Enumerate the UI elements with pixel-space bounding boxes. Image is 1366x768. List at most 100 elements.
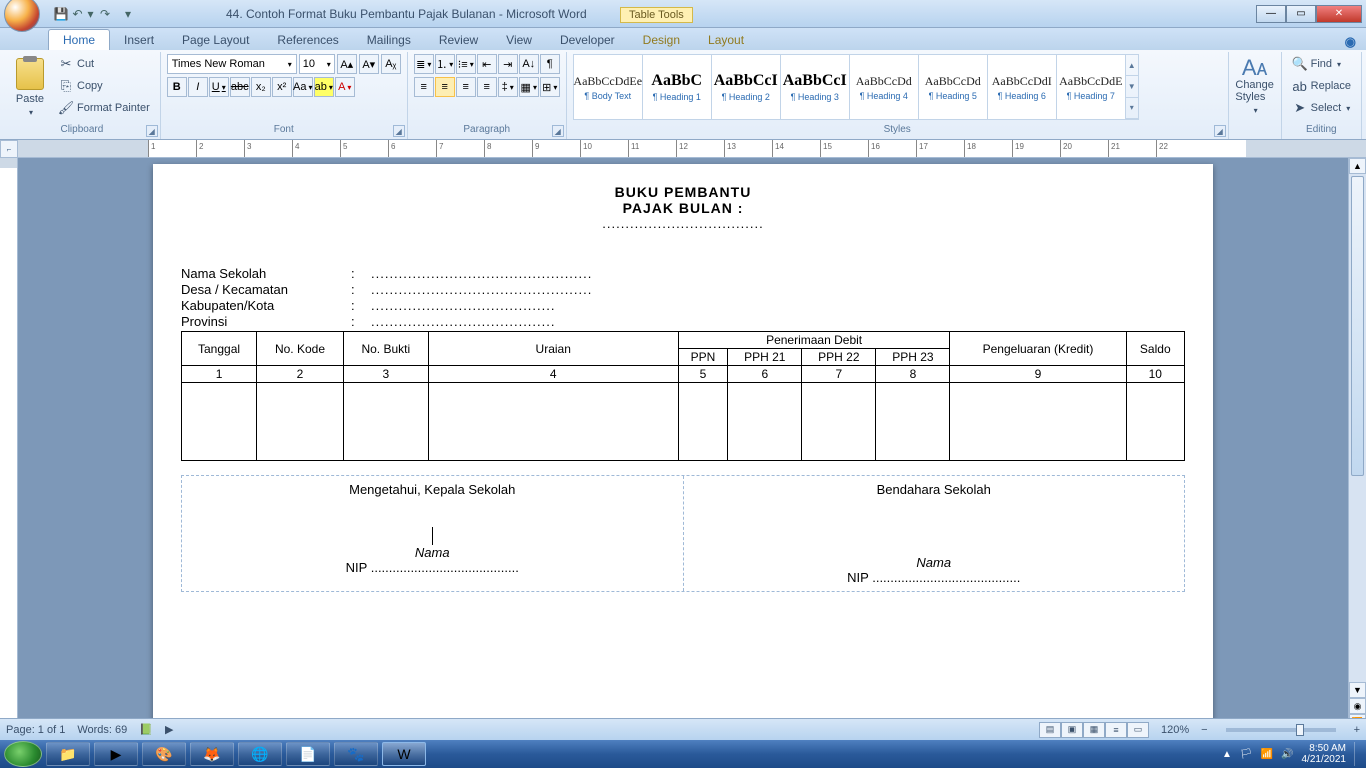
- justify-button[interactable]: ≡: [477, 77, 497, 97]
- zoom-knob[interactable]: [1296, 724, 1304, 736]
- task-chrome[interactable]: 🌐: [238, 742, 282, 766]
- style-item[interactable]: AaBbCcDd¶ Heading 4: [849, 54, 919, 120]
- task-media[interactable]: ▶: [94, 742, 138, 766]
- macro-icon[interactable]: ▶: [165, 723, 173, 736]
- style-item[interactable]: AaBbCcDd¶ Heading 5: [918, 54, 988, 120]
- tab-insert[interactable]: Insert: [110, 30, 168, 50]
- scroll-thumb[interactable]: [1351, 176, 1364, 476]
- sort-button[interactable]: A↓: [519, 54, 539, 74]
- spellcheck-icon[interactable]: 📗: [139, 723, 153, 736]
- style-item[interactable]: AaBbCcI¶ Heading 3: [780, 54, 850, 120]
- change-case-button[interactable]: Aa▾: [293, 77, 313, 97]
- style-item[interactable]: AaBbCcDdI¶ Heading 6: [987, 54, 1057, 120]
- grow-font-button[interactable]: A▴: [337, 54, 357, 74]
- cut-button[interactable]: ✂Cut: [54, 54, 154, 74]
- tray-arrow-icon[interactable]: ▲: [1222, 749, 1232, 760]
- outline-view[interactable]: ≡: [1105, 722, 1127, 738]
- font-name-combo[interactable]: Times New Roman▾: [167, 54, 297, 74]
- font-color-button[interactable]: A▾: [335, 77, 355, 97]
- full-screen-view[interactable]: ▣: [1061, 722, 1083, 738]
- align-right-button[interactable]: ≡: [456, 77, 476, 97]
- highlight-button[interactable]: ab▾: [314, 77, 334, 97]
- borders-button[interactable]: ⊞▾: [540, 77, 560, 97]
- shrink-font-button[interactable]: A▾: [359, 54, 379, 74]
- status-words[interactable]: Words: 69: [77, 724, 127, 736]
- font-launcher[interactable]: ◢: [393, 125, 405, 137]
- document-area[interactable]: BUKU PEMBANTU PAJAK BULAN : ............…: [18, 158, 1348, 746]
- status-page[interactable]: Page: 1 of 1: [6, 724, 65, 736]
- line-spacing-button[interactable]: ‡▾: [498, 77, 518, 97]
- tab-view[interactable]: View: [492, 30, 546, 50]
- style-item[interactable]: AaBbCcI¶ Heading 2: [711, 54, 781, 120]
- style-scroll[interactable]: ▲▼▾: [1125, 54, 1139, 120]
- page[interactable]: BUKU PEMBANTU PAJAK BULAN : ............…: [153, 164, 1213, 724]
- shading-button[interactable]: ▦▾: [519, 77, 539, 97]
- copy-button[interactable]: ⎘Copy: [54, 76, 154, 96]
- doc-table[interactable]: Tanggal No. Kode No. Bukti Uraian Peneri…: [181, 331, 1185, 461]
- undo-icon[interactable]: ↶▾: [74, 5, 92, 23]
- tab-mailings[interactable]: Mailings: [353, 30, 425, 50]
- underline-button[interactable]: U▾: [209, 77, 229, 97]
- zoom-out-button[interactable]: −: [1201, 724, 1207, 736]
- task-firefox[interactable]: 🦊: [190, 742, 234, 766]
- select-button[interactable]: ➤Select▾: [1288, 98, 1355, 118]
- numbering-button[interactable]: ⒈▾: [435, 54, 455, 74]
- tab-page-layout[interactable]: Page Layout: [168, 30, 263, 50]
- clear-formatting-button[interactable]: Aᵪ: [381, 54, 401, 74]
- subscript-button[interactable]: x₂: [251, 77, 271, 97]
- save-icon[interactable]: 💾: [52, 5, 70, 23]
- find-button[interactable]: 🔍Find▾: [1288, 54, 1355, 74]
- task-app[interactable]: 🐾: [334, 742, 378, 766]
- qat-more-icon[interactable]: ▾: [118, 5, 136, 23]
- style-item[interactable]: AaBbCcDdEe¶ Body Text: [573, 54, 643, 120]
- help-button[interactable]: ◉: [1345, 34, 1356, 50]
- tab-review[interactable]: Review: [425, 30, 492, 50]
- maximize-button[interactable]: ▭: [1286, 5, 1316, 23]
- paste-button[interactable]: Paste ▾: [10, 54, 50, 120]
- tab-references[interactable]: References: [263, 30, 352, 50]
- clipboard-launcher[interactable]: ◢: [146, 125, 158, 137]
- change-styles-button[interactable]: Aᴀ Change Styles ▾: [1235, 54, 1275, 120]
- clock[interactable]: 8:50 AM 4/21/2021: [1302, 743, 1347, 765]
- empty-row[interactable]: [182, 383, 1185, 461]
- browse-object-button[interactable]: ◉: [1349, 698, 1366, 714]
- task-notepad[interactable]: 📄: [286, 742, 330, 766]
- tray-network-icon[interactable]: 📶: [1261, 749, 1273, 760]
- horizontal-ruler[interactable]: 12345678910111213141516171819202122: [18, 140, 1366, 158]
- redo-icon[interactable]: ↷: [96, 5, 114, 23]
- paragraph-launcher[interactable]: ◢: [552, 125, 564, 137]
- style-item[interactable]: AaBbC¶ Heading 1: [642, 54, 712, 120]
- vertical-ruler[interactable]: [0, 158, 18, 746]
- task-word[interactable]: W: [382, 742, 426, 766]
- tab-home[interactable]: Home: [48, 29, 110, 50]
- zoom-in-button[interactable]: +: [1354, 724, 1360, 736]
- tab-developer[interactable]: Developer: [546, 30, 629, 50]
- minimize-button[interactable]: —: [1256, 5, 1286, 23]
- superscript-button[interactable]: x²: [272, 77, 292, 97]
- show-marks-button[interactable]: ¶: [540, 54, 560, 74]
- style-up[interactable]: ▲: [1126, 55, 1138, 76]
- align-left-button[interactable]: ≡: [414, 77, 434, 97]
- strikethrough-button[interactable]: abc: [230, 77, 250, 97]
- multilevel-button[interactable]: ⁝≡▾: [456, 54, 476, 74]
- bold-button[interactable]: B: [167, 77, 187, 97]
- close-button[interactable]: ✕: [1316, 5, 1362, 23]
- italic-button[interactable]: I: [188, 77, 208, 97]
- styles-launcher[interactable]: ◢: [1214, 125, 1226, 137]
- tray-flag-icon[interactable]: 🏳: [1240, 749, 1253, 760]
- task-paint[interactable]: 🎨: [142, 742, 186, 766]
- scroll-down-button[interactable]: ▼: [1349, 682, 1366, 698]
- tray-sound-icon[interactable]: 🔊: [1281, 749, 1293, 760]
- ruler-corner[interactable]: ⌐: [0, 140, 18, 158]
- format-painter-button[interactable]: 🖌Format Painter: [54, 98, 154, 118]
- style-more[interactable]: ▾: [1126, 98, 1138, 119]
- print-layout-view[interactable]: ▤: [1039, 722, 1061, 738]
- tab-design[interactable]: Design: [629, 30, 694, 50]
- web-layout-view[interactable]: ▦: [1083, 722, 1105, 738]
- font-size-combo[interactable]: 10▾: [299, 54, 335, 74]
- draft-view[interactable]: ▭: [1127, 722, 1149, 738]
- start-button[interactable]: [4, 741, 42, 767]
- bullets-button[interactable]: ≣▾: [414, 54, 434, 74]
- zoom-slider[interactable]: [1226, 728, 1336, 732]
- show-desktop-button[interactable]: [1354, 742, 1362, 766]
